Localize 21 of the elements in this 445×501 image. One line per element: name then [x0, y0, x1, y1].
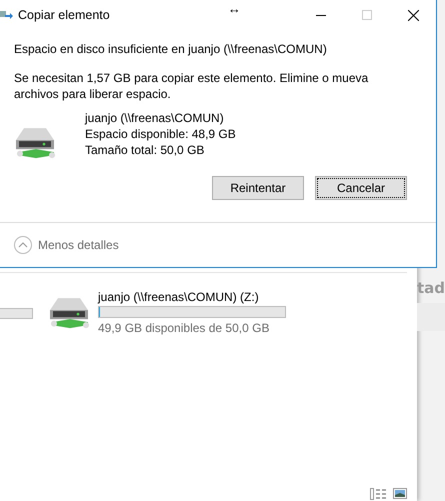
cancel-button[interactable]: Cancelar [315, 176, 407, 200]
thumbnail-view-icon[interactable] [392, 488, 407, 499]
close-icon[interactable] [408, 10, 418, 20]
error-heading: Espacio en disco insuficiente en juanjo (\\freenas\COMUN) [14, 42, 328, 56]
window-title: Copiar elemento [18, 8, 110, 22]
copy-icon [0, 10, 13, 20]
chevron-up-icon [14, 236, 32, 254]
capacity-bar [0, 308, 33, 319]
maximize-icon [362, 10, 372, 20]
drive-name: juanjo (\\freenas\COMUN) [85, 110, 225, 126]
retry-button[interactable]: Reintentar [212, 176, 304, 200]
total-size-text: Tamaño total: 50,0 GB [85, 142, 206, 158]
free-space-text: Espacio disponible: 48,9 GB [85, 126, 236, 142]
drive-name: juanjo (\\freenas\COMUN) (Z:) [98, 290, 260, 304]
details-toggle[interactable]: Menos detalles [14, 236, 119, 254]
side-heading: tad [416, 279, 445, 297]
drive-space-text: 49,9 GB disponibles de 50,0 GB [98, 321, 270, 335]
minimize-icon[interactable] [316, 14, 326, 16]
error-message: Se necesitan 1,57 GB para copiar este elemento. Elimine o mueva archivos para liberar espacio. [14, 70, 370, 102]
resize-cursor-icon: ↔ [228, 1, 241, 16]
details-view-icon[interactable] [370, 488, 387, 500]
